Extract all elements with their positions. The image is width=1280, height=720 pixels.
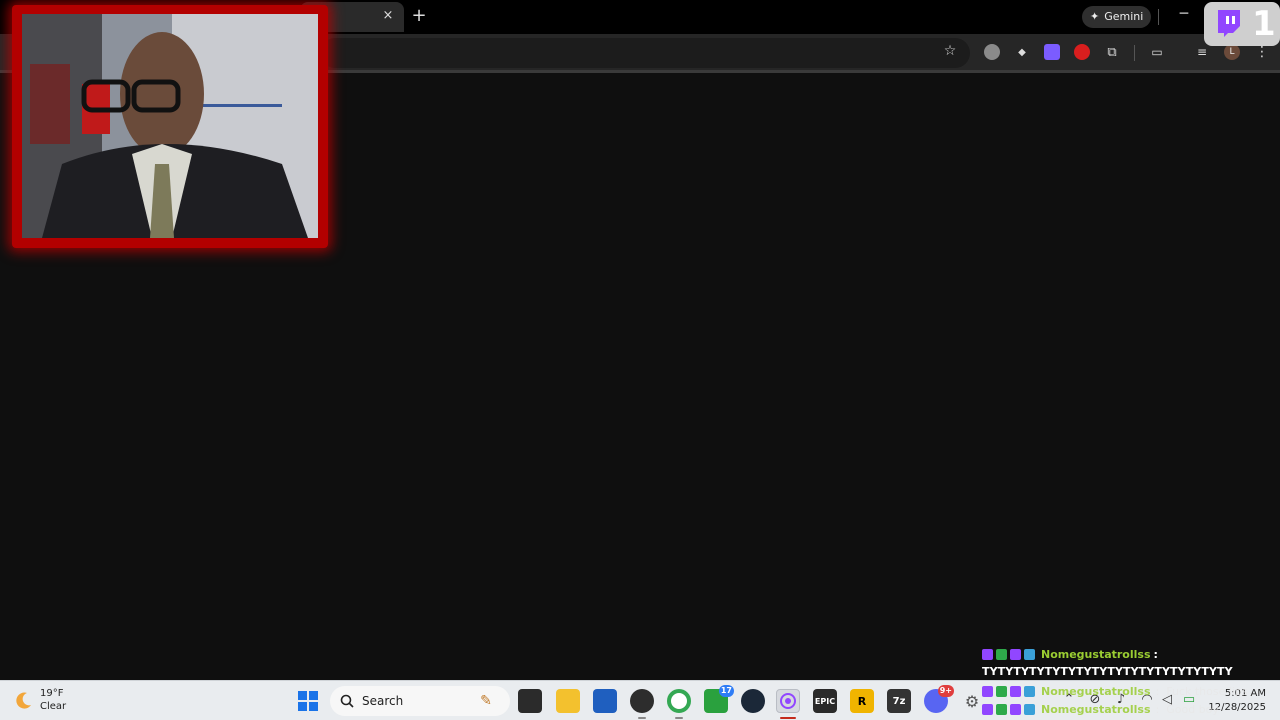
chat-message-text: Good boy	[1166, 703, 1219, 716]
badge-icon	[996, 686, 1007, 697]
start-button[interactable]	[296, 689, 320, 713]
chat-username: Nomegustatrollss	[1041, 685, 1151, 698]
xbox-icon[interactable]: 17	[704, 685, 734, 713]
divider	[1134, 45, 1135, 61]
gemini-label: Gemini	[1104, 10, 1144, 23]
weather-description: Clear	[40, 701, 67, 712]
screen: × + ✦ Gemini ─ ☆ ◆ ⧉ ▭ ≡ L ⋮ 1 Nomegusta…	[0, 0, 1280, 720]
badge-icon	[982, 649, 993, 660]
task-view-icon[interactable]	[518, 689, 542, 713]
extension-puzzle-cloud-icon[interactable]	[984, 44, 1000, 60]
badge-icon	[1024, 649, 1035, 660]
running-indicator	[638, 717, 646, 719]
chat-separator: :	[1153, 648, 1158, 661]
microsoft-store-icon[interactable]	[593, 689, 617, 713]
streaming-app-icon[interactable]	[776, 689, 800, 713]
discord-icon[interactable]: 9+	[924, 685, 954, 713]
steam-icon[interactable]	[741, 689, 765, 713]
chat-separator: :	[1155, 703, 1160, 716]
badge-icon	[1010, 686, 1021, 697]
address-bar[interactable]	[320, 38, 970, 68]
extension-hand-icon[interactable]	[1074, 44, 1090, 60]
extensions-puzzle-icon[interactable]: ⧉	[1104, 44, 1120, 60]
sparkle-icon: ✦	[1090, 10, 1100, 23]
profile-avatar[interactable]: L	[1224, 44, 1240, 60]
webcam-person-image	[22, 14, 318, 238]
7zip-icon[interactable]: 7z	[887, 689, 911, 713]
badge-icon	[982, 704, 993, 715]
search-icon	[340, 694, 354, 708]
chat-message-header: Nomegustatrollss :	[982, 648, 1158, 661]
epic-games-icon[interactable]: EPIC	[813, 689, 837, 713]
file-explorer-icon[interactable]	[556, 689, 580, 713]
rockstar-launcher-icon[interactable]: R	[850, 689, 874, 713]
viewer-count: 1	[1252, 4, 1276, 44]
badge-icon	[982, 686, 993, 697]
discord-notification-badge: 9+	[937, 685, 954, 697]
windows-logo-icon	[298, 691, 318, 711]
badge-icon	[1024, 686, 1035, 697]
bookmark-star-icon[interactable]: ☆	[941, 42, 959, 60]
chat-separator: :	[1155, 685, 1160, 698]
tab-close-icon[interactable]: ×	[380, 8, 396, 24]
divider	[1158, 9, 1159, 25]
weather-temperature: 19°F	[40, 688, 64, 699]
running-indicator	[675, 717, 683, 719]
search-placeholder: Search	[362, 694, 404, 708]
new-tab-button[interactable]: +	[410, 6, 428, 26]
chat-message-row: Nomegustatrollss : Good boy	[982, 703, 1219, 716]
xbox-notification-badge: 17	[718, 685, 734, 697]
chat-message-text: TYTYTYTYTYTYTYTYTYTYTYTYTYTYTYTY	[982, 665, 1233, 678]
badge-icon	[996, 649, 1007, 660]
reading-list-icon[interactable]: ≡	[1194, 44, 1210, 60]
chat-message-row: Nomegustatrollss : Fuck those lips	[982, 685, 1248, 698]
minimize-button[interactable]: ─	[1176, 7, 1192, 24]
gemini-button[interactable]: ✦ Gemini	[1082, 6, 1152, 28]
chat-username: Nomegustatrollss	[1041, 703, 1151, 716]
target-icon	[780, 693, 796, 709]
moon-icon	[16, 692, 31, 709]
settings-gear-icon[interactable]: ⚙	[960, 689, 984, 713]
webcam-video	[22, 14, 318, 238]
badge-icon	[996, 704, 1007, 715]
twitch-viewer-badge: 1	[1204, 2, 1280, 46]
tab-search-icon[interactable]: ▭	[1149, 44, 1165, 60]
weather-widget[interactable]: 19°F Clear	[14, 687, 66, 713]
badge-icon	[1024, 704, 1035, 715]
badge-icon	[1010, 649, 1021, 660]
chrome-icon[interactable]	[667, 689, 691, 713]
twitch-logo-icon	[1218, 10, 1240, 37]
active-indicator	[780, 717, 796, 719]
obs-icon[interactable]	[630, 689, 654, 713]
extension-twitch-icon[interactable]	[1044, 44, 1060, 60]
webcam-frame	[12, 5, 328, 248]
chat-username: Nomegustatrollss	[1041, 648, 1151, 661]
badge-icon	[1010, 704, 1021, 715]
chat-message-text: Fuck those lips	[1166, 685, 1248, 698]
extension-diamond-icon[interactable]: ◆	[1014, 44, 1030, 60]
search-highlight-icon[interactable]: ✎	[474, 689, 498, 713]
